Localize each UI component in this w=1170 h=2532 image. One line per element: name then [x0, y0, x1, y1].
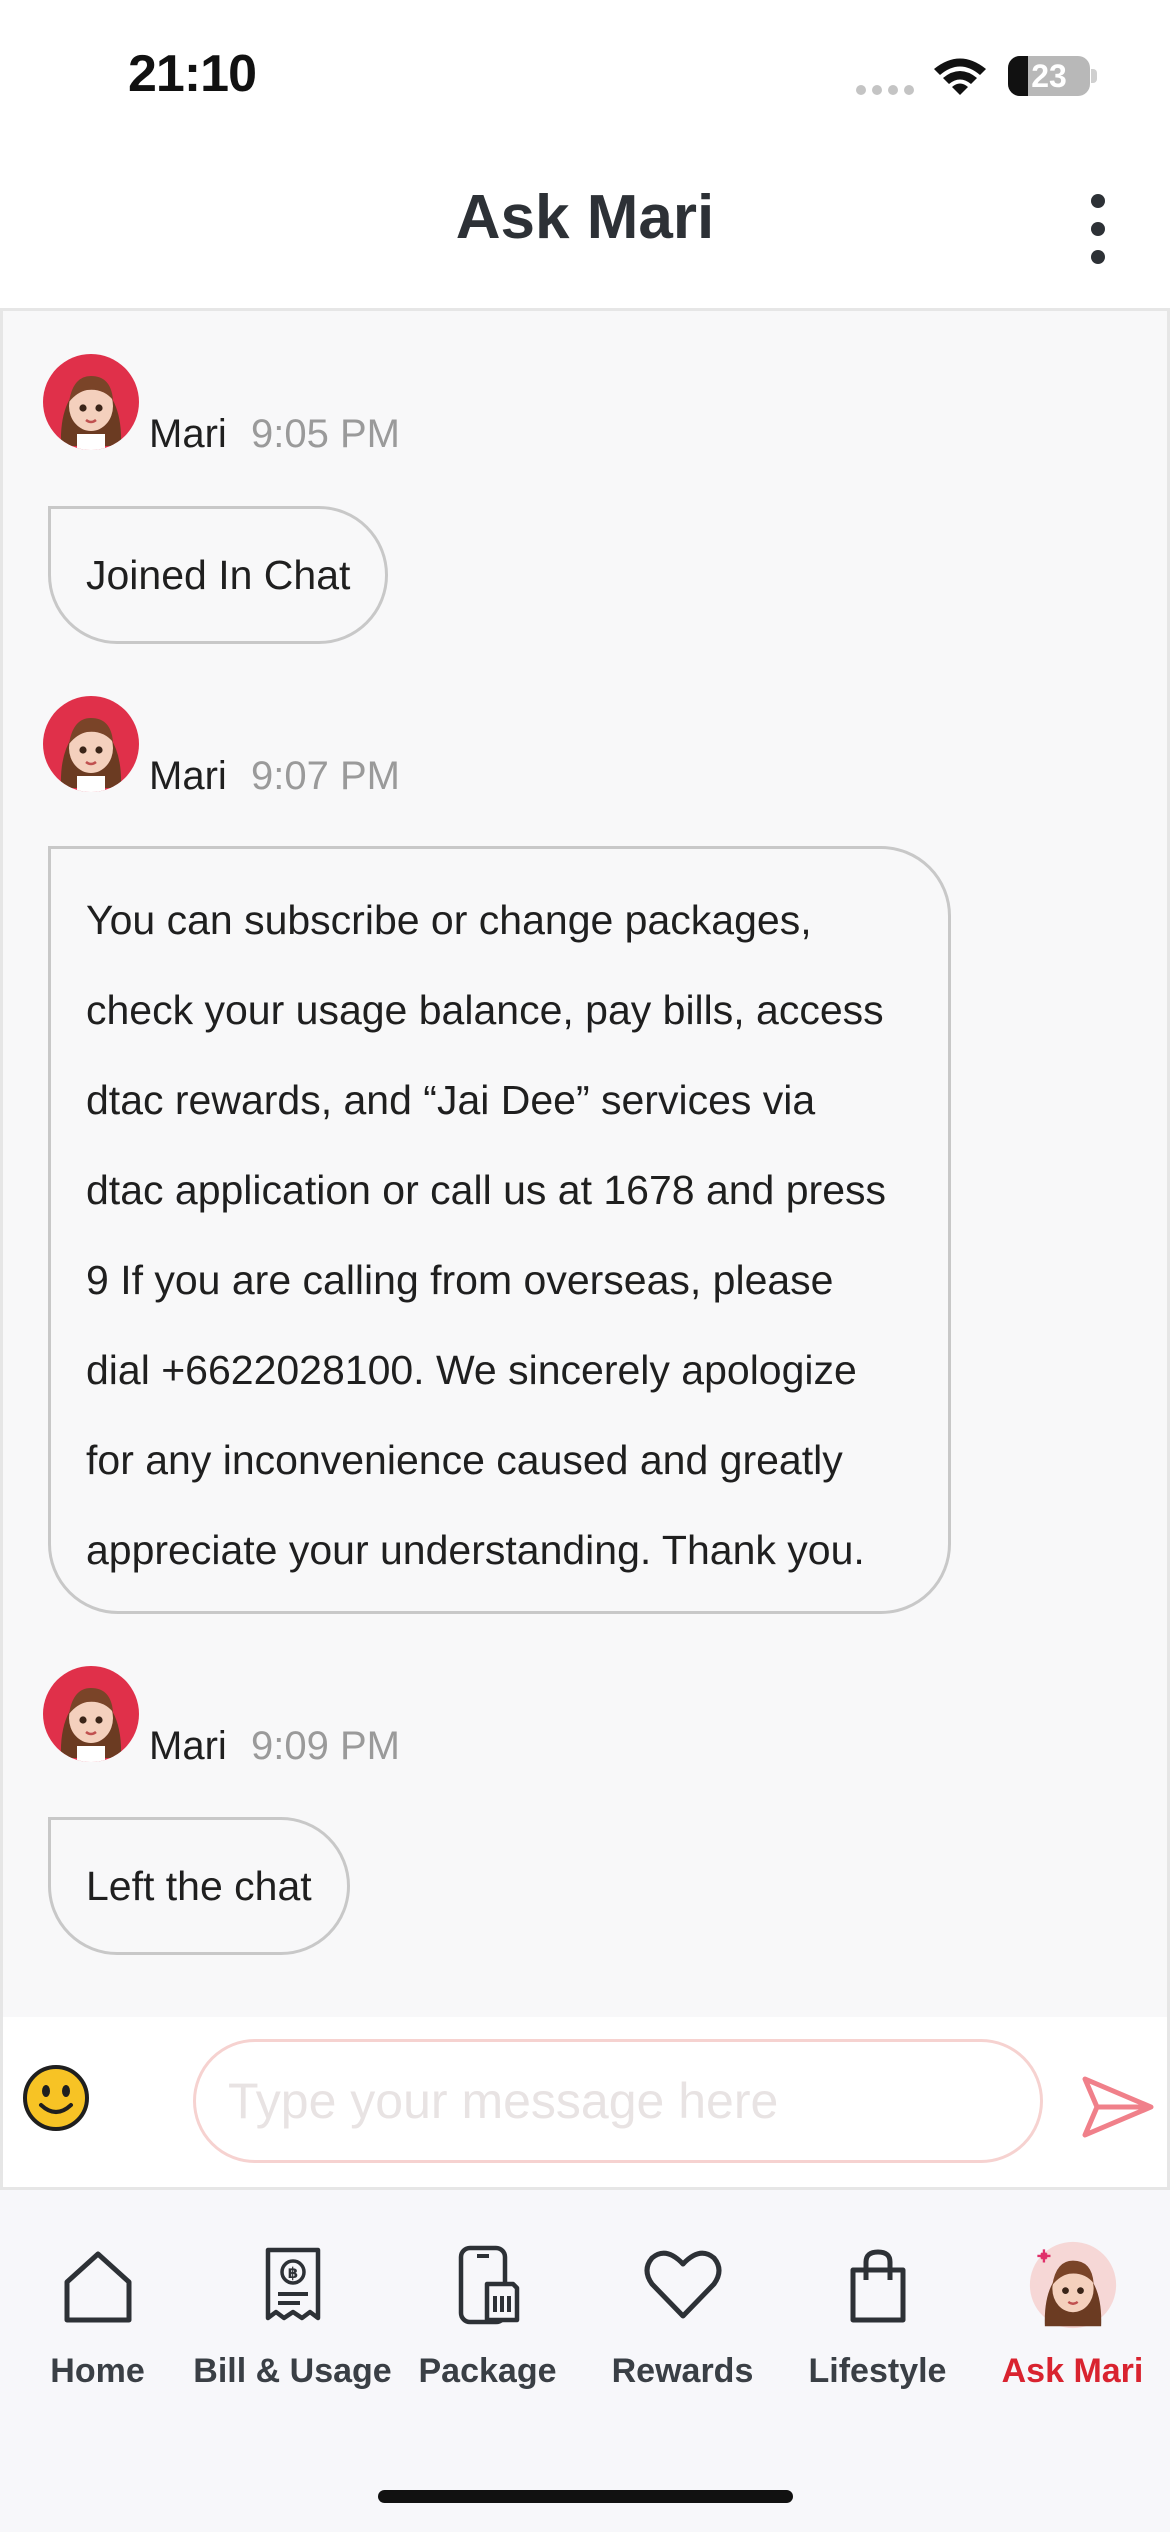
chat-thread[interactable]: Mari 9:05 PM Joined In Chat Mari 9:07 PM…: [0, 311, 1170, 2017]
more-options-button[interactable]: [1072, 194, 1124, 264]
heart-icon: [644, 2250, 721, 2319]
nav-item-home[interactable]: Home: [0, 2240, 195, 2400]
emoji-icon[interactable]: [21, 2063, 91, 2133]
message-time: 9:07 PM: [251, 754, 400, 798]
message-line: for any inconvenience caused and greatly: [86, 1437, 843, 1483]
mari-avatar: [43, 354, 139, 450]
more-vertical-icon: [1091, 194, 1105, 208]
sender-name: Mari: [149, 412, 227, 456]
mari-avatar: [43, 1666, 139, 1762]
message-input[interactable]: [193, 2039, 1043, 2163]
shopping-bag-icon: [850, 2249, 905, 2323]
bill-icon: ฿: [265, 2247, 320, 2321]
battery-level: 23: [1031, 57, 1067, 94]
message-bubble: You can subscribe or change packages, ch…: [48, 846, 951, 1614]
send-icon[interactable]: [1081, 2075, 1155, 2139]
svg-text:฿: ฿: [287, 2264, 297, 2282]
nav-item-package[interactable]: Package: [390, 2240, 585, 2400]
message-line: dtac rewards, and “Jai Dee” services via: [86, 1077, 816, 1123]
bottom-navigation: Home ฿ Bill & Usage Package Rewards Life…: [0, 2187, 1170, 2532]
wifi-icon: [934, 58, 986, 95]
message-line: You can subscribe or change packages,: [86, 897, 812, 943]
message-bubble: Left the chat: [48, 1817, 350, 1955]
app-header: Ask Mari: [0, 150, 1170, 311]
battery-icon: 23: [1008, 56, 1090, 96]
status-time: 21:10: [128, 45, 257, 103]
mari-avatar-icon: [1029, 2241, 1116, 2329]
message-time: 9:05 PM: [251, 412, 400, 456]
mari-avatar: [43, 696, 139, 792]
message-bubble: Joined In Chat: [48, 506, 389, 644]
nav-item-lifestyle[interactable]: Lifestyle: [780, 2240, 975, 2400]
sim-phone-icon: [458, 2245, 519, 2325]
nav-item-ask-mari[interactable]: Ask Mari: [975, 2240, 1170, 2400]
message-composer: [0, 2017, 1170, 2187]
message-line: appreciate your understanding. Thank you…: [86, 1527, 865, 1573]
message-time: 9:09 PM: [251, 1724, 400, 1768]
message-line: dial +6622028100. We sincerely apologize: [86, 1347, 857, 1393]
message-line: check your usage balance, pay bills, acc…: [86, 987, 884, 1033]
message-line: 9 If you are calling from overseas, plea…: [86, 1257, 834, 1303]
page-title: Ask Mari: [455, 183, 715, 252]
home-icon: [64, 2251, 131, 2323]
nav-label: Ask Mari: [1001, 2352, 1144, 2390]
home-indicator[interactable]: [378, 2490, 793, 2503]
sender-name: Mari: [149, 1724, 227, 1768]
message-line: dtac application or call us at 1678 and …: [86, 1167, 887, 1213]
battery-cap: [1091, 69, 1097, 83]
nav-item-rewards[interactable]: Rewards: [585, 2240, 780, 2400]
status-bar: 21:10 23: [0, 0, 1170, 150]
nav-item-bill-usage[interactable]: ฿ Bill & Usage: [193, 2240, 392, 2400]
sender-name: Mari: [149, 754, 227, 798]
cellular-signal-icon: [856, 85, 914, 95]
